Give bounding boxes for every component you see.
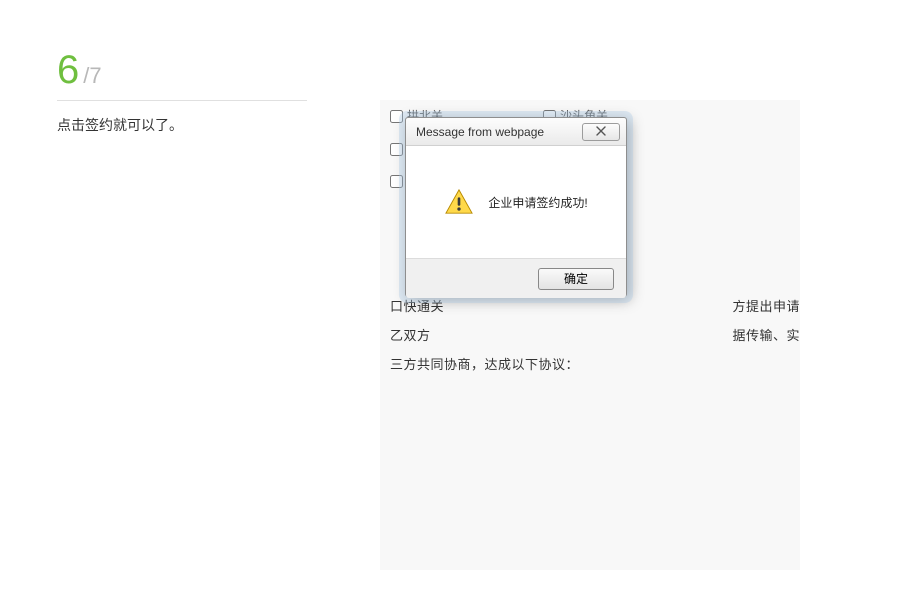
- dialog-footer: 确定: [406, 258, 626, 298]
- dialog-message: 企业申请签约成功!: [488, 194, 587, 211]
- step-header: 6 /7: [57, 50, 307, 101]
- step-description: 点击签约就可以了。: [57, 115, 307, 135]
- dialog-body: 企业申请签约成功!: [406, 146, 626, 258]
- bg-text: 乙双方: [390, 322, 431, 351]
- step-total-number: /7: [83, 63, 101, 89]
- ok-button[interactable]: 确定: [538, 268, 614, 290]
- bg-text: 方提出申请: [732, 293, 800, 322]
- message-dialog: Message from webpage 企业申请签约成功! 确定: [405, 117, 627, 297]
- step-current-number: 6: [57, 50, 79, 90]
- bg-text: 三方共同协商，达成以下协议：: [390, 351, 800, 380]
- close-button[interactable]: [582, 123, 620, 141]
- warning-icon: [444, 188, 474, 216]
- dialog-title-text: Message from webpage: [416, 125, 582, 139]
- dialog-titlebar: Message from webpage: [406, 118, 626, 146]
- close-icon: [595, 125, 607, 139]
- step-panel: 6 /7 点击签约就可以了。: [57, 50, 307, 135]
- bg-text: 据传输、实: [732, 322, 800, 351]
